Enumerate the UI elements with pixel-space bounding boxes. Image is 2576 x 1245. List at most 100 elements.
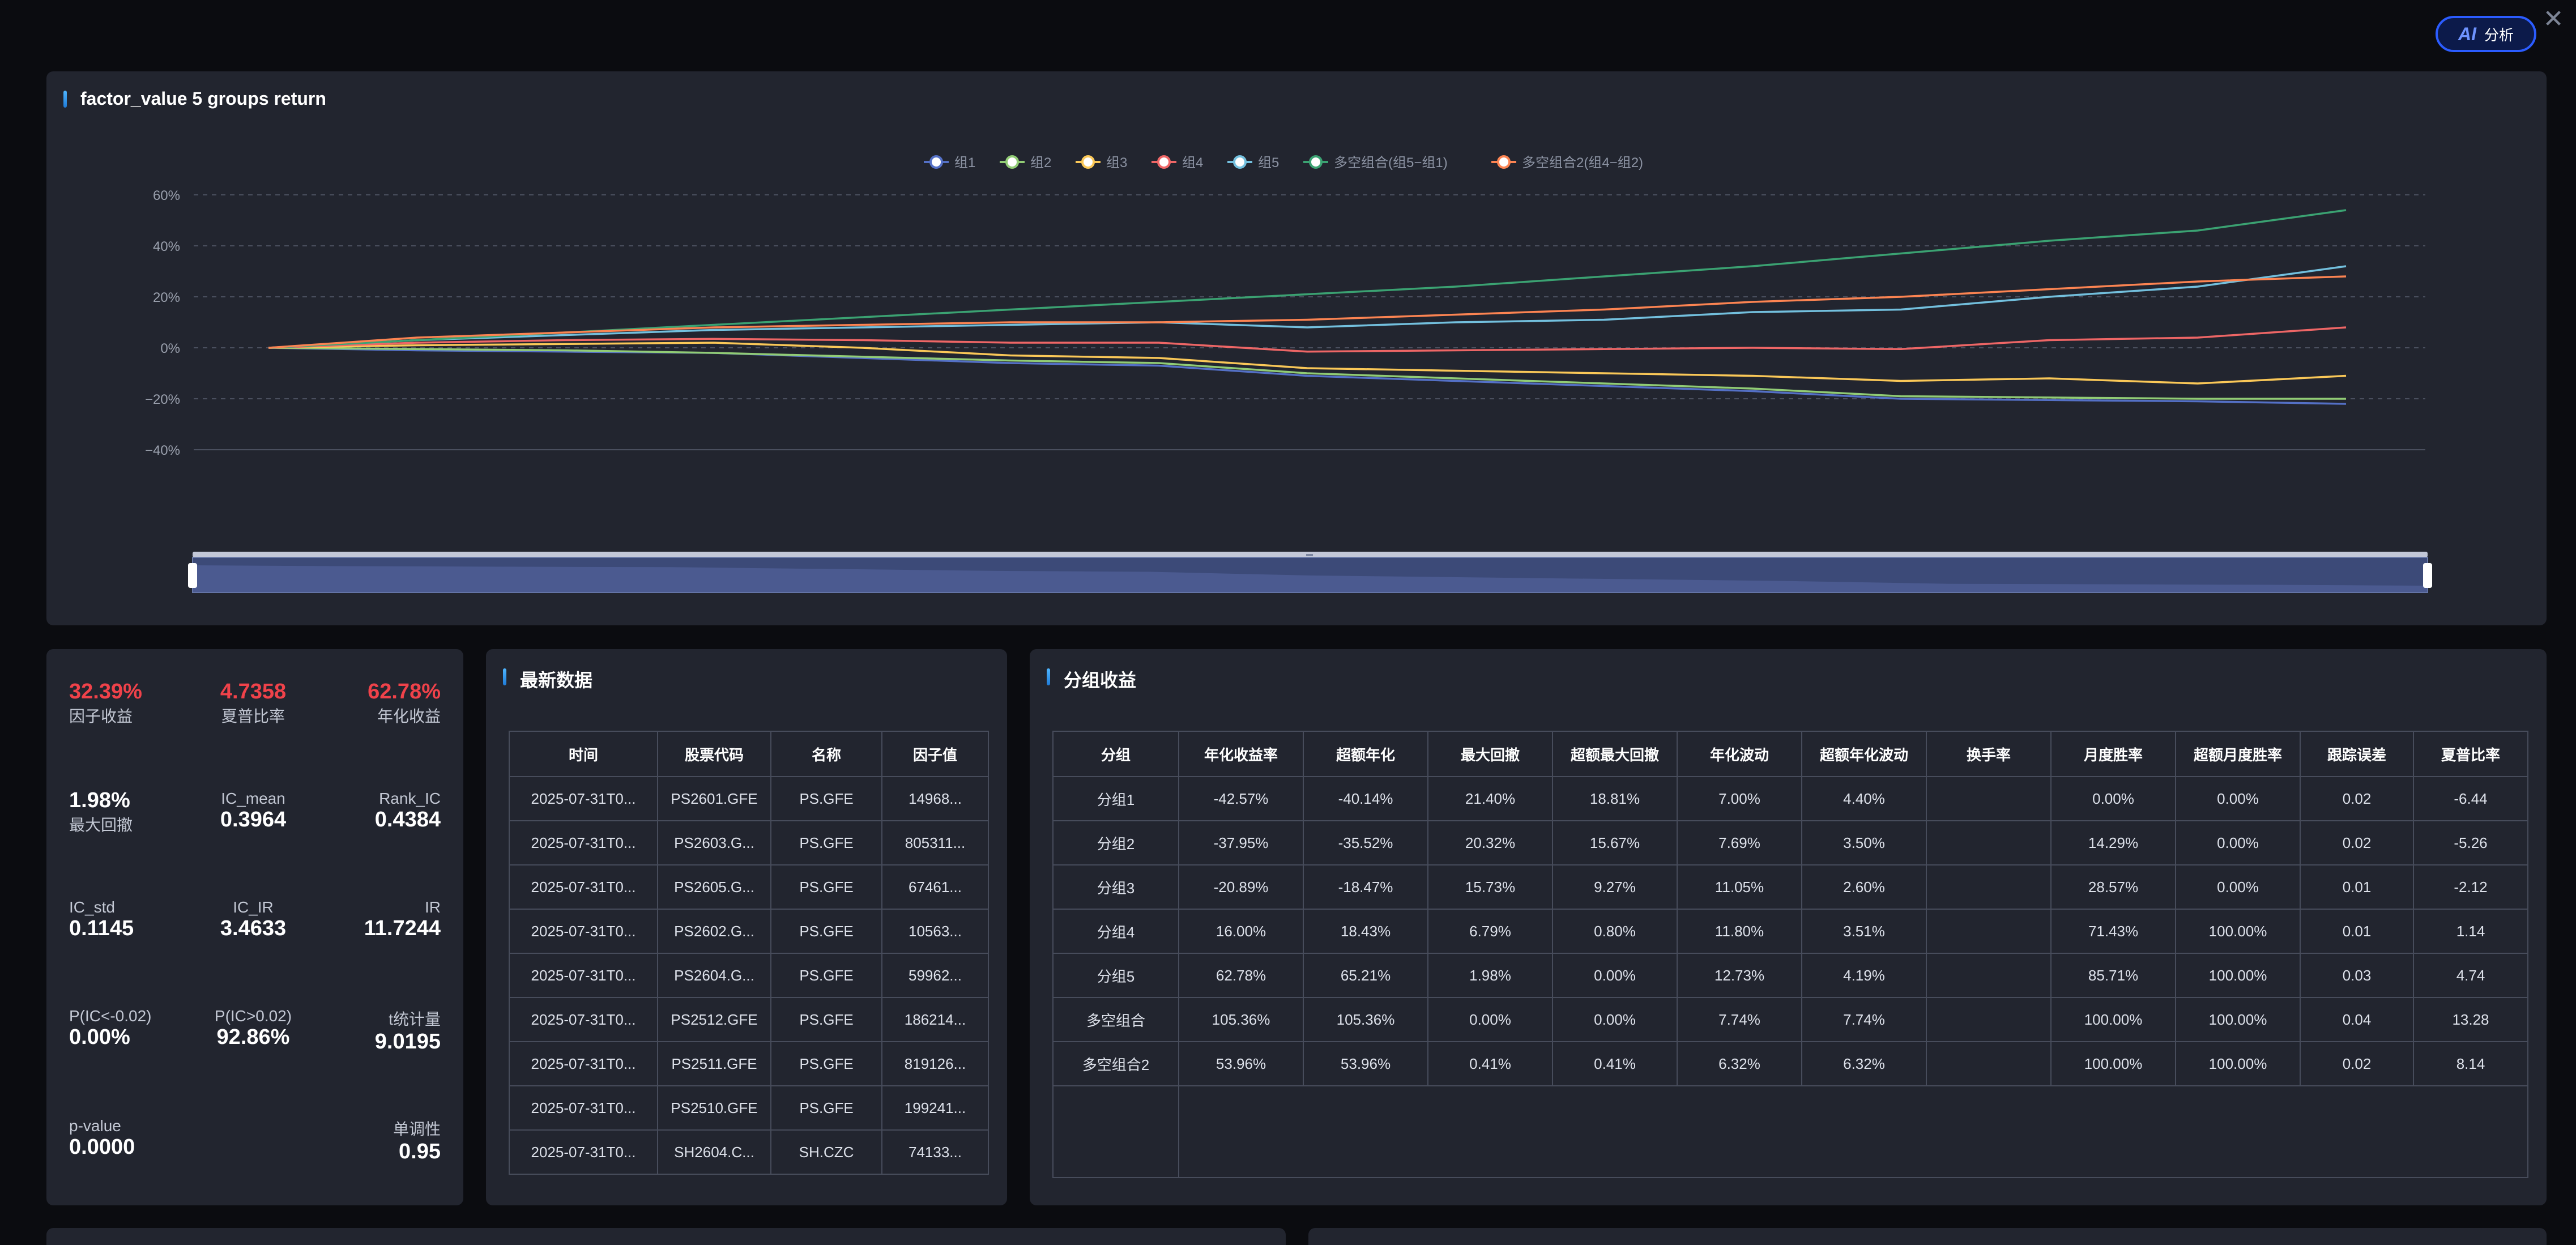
table-cell xyxy=(1926,909,2052,954)
table-row[interactable]: 分组5 62.78% 65.21% 1.98% 0.00% 12.73% 4.19% 85.7… xyxy=(1052,953,2528,998)
table-row[interactable]: 2025-07-31T0... PS2510.GFE PS.GFE 199241... xyxy=(509,1085,989,1131)
table-row[interactable]: 2025-07-31T0... SH2604.C... SH.CZC 74133... xyxy=(509,1129,989,1175)
table-row[interactable]: 多空组合 105.36% 105.36% 0.00% 0.00% 7.74% 7.74% 10… xyxy=(1052,997,2528,1042)
legend-label: 组4 xyxy=(1182,155,1203,170)
legend-item[interactable]: 组4 xyxy=(1151,155,1203,170)
legend-label: 多空组合2(组4−组2) xyxy=(1522,155,1643,170)
table-cell: 819126... xyxy=(881,1041,989,1086)
column-header[interactable]: 分组 xyxy=(1052,731,1179,777)
table-cell: PS2605.G... xyxy=(657,864,771,910)
table-cell xyxy=(1926,820,2052,865)
table-row[interactable]: 2025-07-31T0... PS2601.GFE PS.GFE 14968... xyxy=(509,776,989,821)
column-header[interactable]: 年化收益率 xyxy=(1178,731,1304,777)
table-cell xyxy=(1178,1085,2528,1178)
table-cell: 7.00% xyxy=(1677,776,1802,821)
ir-value: 11.7244 xyxy=(364,916,441,940)
table-cell: SH.CZC xyxy=(770,1129,882,1175)
monotonic-label: 单调性 xyxy=(393,1120,441,1138)
column-header[interactable]: 月度胜率 xyxy=(2050,731,2176,777)
title-accent xyxy=(1047,668,1050,685)
bottom-right-panel xyxy=(1308,1228,2547,1245)
table-cell: 1.14 xyxy=(2413,909,2528,954)
table-row[interactable]: 2025-07-31T0... PS2604.G... PS.GFE 59962... xyxy=(509,953,989,998)
table-cell: 2025-07-31T0... xyxy=(509,820,658,865)
ic-std-value: 0.1145 xyxy=(69,916,134,940)
legend-item[interactable]: 多空组合(组5−组1) xyxy=(1303,155,1448,170)
table-cell: 0.00% xyxy=(1552,953,1678,998)
table-cell: PS.GFE xyxy=(770,997,882,1042)
table-row[interactable]: 分组3 -20.89% -18.47% 15.73% 9.27% 11.05% 2.60% 2… xyxy=(1052,864,2528,910)
stat-ir: IR 11.7244 xyxy=(364,898,441,941)
column-header[interactable]: 超额年化 xyxy=(1303,731,1428,777)
table-cell: 0.00% xyxy=(1427,997,1553,1042)
table-row[interactable]: 2025-07-31T0... PS2512.GFE PS.GFE 186214... xyxy=(509,997,989,1042)
column-header[interactable]: 年化波动 xyxy=(1677,731,1802,777)
table-cell: PS.GFE xyxy=(770,953,882,998)
table-cell: 13.28 xyxy=(2413,997,2528,1042)
latest-data-table: 时间 股票代码 名称 因子值 2025-07-31T0... PS2601.GFE PS.… xyxy=(509,731,989,1175)
legend-marker xyxy=(1309,155,1323,169)
table-cell: 4.19% xyxy=(1801,953,1927,998)
table-cell: 18.81% xyxy=(1552,776,1678,821)
column-header[interactable]: 最大回撤 xyxy=(1427,731,1553,777)
y-tick-label: −20% xyxy=(145,392,180,407)
y-tick-label: −40% xyxy=(145,443,180,458)
monotonic-value: 0.95 xyxy=(399,1140,441,1163)
column-header[interactable]: 因子值 xyxy=(881,731,989,777)
table-row[interactable]: 2025-07-31T0... PS2511.GFE PS.GFE 819126... xyxy=(509,1041,989,1086)
column-header[interactable]: 时间 xyxy=(509,731,658,777)
column-header[interactable]: 超额年化波动 xyxy=(1801,731,1927,777)
legend-item[interactable]: 组3 xyxy=(1076,155,1127,170)
table-row[interactable]: 多空组合2 53.96% 53.96% 0.41% 0.41% 6.32% 6.32% 100… xyxy=(1052,1041,2528,1086)
table-cell: 0.00% xyxy=(2175,776,2301,821)
stat-annual-return: 62.78% 年化收益 xyxy=(368,680,441,727)
factor-return-label: 因子收益 xyxy=(69,707,133,725)
ai-analysis-label: 分析 xyxy=(2484,26,2514,44)
table-cell: -5.26 xyxy=(2413,820,2528,865)
column-header[interactable]: 名称 xyxy=(770,731,882,777)
table-header-row: 分组 年化收益率 超额年化 最大回撤 超额最大回撤 年化波动 超额年化波动 换手率 月度胜率 超额… xyxy=(1052,731,2528,777)
ir-label: IR xyxy=(425,898,441,916)
legend-item[interactable]: 多空组合2(组4−组2) xyxy=(1491,155,1643,170)
table-cell: 18.43% xyxy=(1303,909,1428,954)
legend-item[interactable]: 组5 xyxy=(1227,155,1279,170)
top-bar: AI 分析 ✕ xyxy=(0,0,2576,70)
column-header[interactable]: 换手率 xyxy=(1926,731,2052,777)
table-cell: 1.98% xyxy=(1427,953,1553,998)
table-cell: 7.74% xyxy=(1677,997,1802,1042)
table-cell: 100.00% xyxy=(2175,953,2301,998)
table-row[interactable]: 分组2 -37.95% -35.52% 20.32% 15.67% 7.69% 3.50% 1… xyxy=(1052,820,2528,865)
table-cell: PS.GFE xyxy=(770,864,882,910)
table-cell: PS.GFE xyxy=(770,820,882,865)
table-cell: 2025-07-31T0... xyxy=(509,1129,658,1175)
table-row[interactable]: 2025-07-31T0... PS2602.G... PS.GFE 10563... xyxy=(509,909,989,954)
legend-marker xyxy=(1233,155,1247,169)
column-header[interactable]: 超额月度胜率 xyxy=(2175,731,2301,777)
column-header[interactable]: 股票代码 xyxy=(657,731,771,777)
table-row[interactable]: 分组4 16.00% 18.43% 6.79% 0.80% 11.80% 3.51% 71.4… xyxy=(1052,909,2528,954)
table-cell: PS2602.G... xyxy=(657,909,771,954)
table-row[interactable]: 分组1 -42.57% -40.14% 21.40% 18.81% 7.00% 4.40% 0… xyxy=(1052,776,2528,821)
table-cell: SH2604.C... xyxy=(657,1129,771,1175)
table-cell: 14.29% xyxy=(2050,820,2176,865)
zoom-handle-left[interactable] xyxy=(188,563,197,588)
close-icon[interactable]: ✕ xyxy=(2542,7,2565,32)
column-header[interactable]: 超额最大回撤 xyxy=(1552,731,1678,777)
ai-analysis-button[interactable]: AI 分析 xyxy=(2436,16,2536,52)
table-row[interactable]: 2025-07-31T0... PS2605.G... PS.GFE 67461... xyxy=(509,864,989,910)
legend-item[interactable]: 组1 xyxy=(924,155,975,170)
legend-marker xyxy=(1081,155,1095,169)
zoom-handle-right[interactable] xyxy=(2423,563,2432,588)
table-cell: 0.00% xyxy=(1552,997,1678,1042)
table-cell: 10563... xyxy=(881,909,989,954)
stat-sharpe: 4.7358 夏普比率 xyxy=(211,680,296,727)
column-header[interactable]: 跟踪误差 xyxy=(2300,731,2414,777)
column-header[interactable]: 夏普比率 xyxy=(2413,731,2528,777)
legend-marker xyxy=(929,155,943,169)
table-cell: PS2511.GFE xyxy=(657,1041,771,1086)
legend-item[interactable]: 组2 xyxy=(1000,155,1051,170)
table-cell: 105.36% xyxy=(1178,997,1304,1042)
table-cell: 100.00% xyxy=(2050,997,2176,1042)
legend-marker xyxy=(1005,155,1019,169)
table-row[interactable]: 2025-07-31T0... PS2603.G... PS.GFE 805311..… xyxy=(509,820,989,865)
